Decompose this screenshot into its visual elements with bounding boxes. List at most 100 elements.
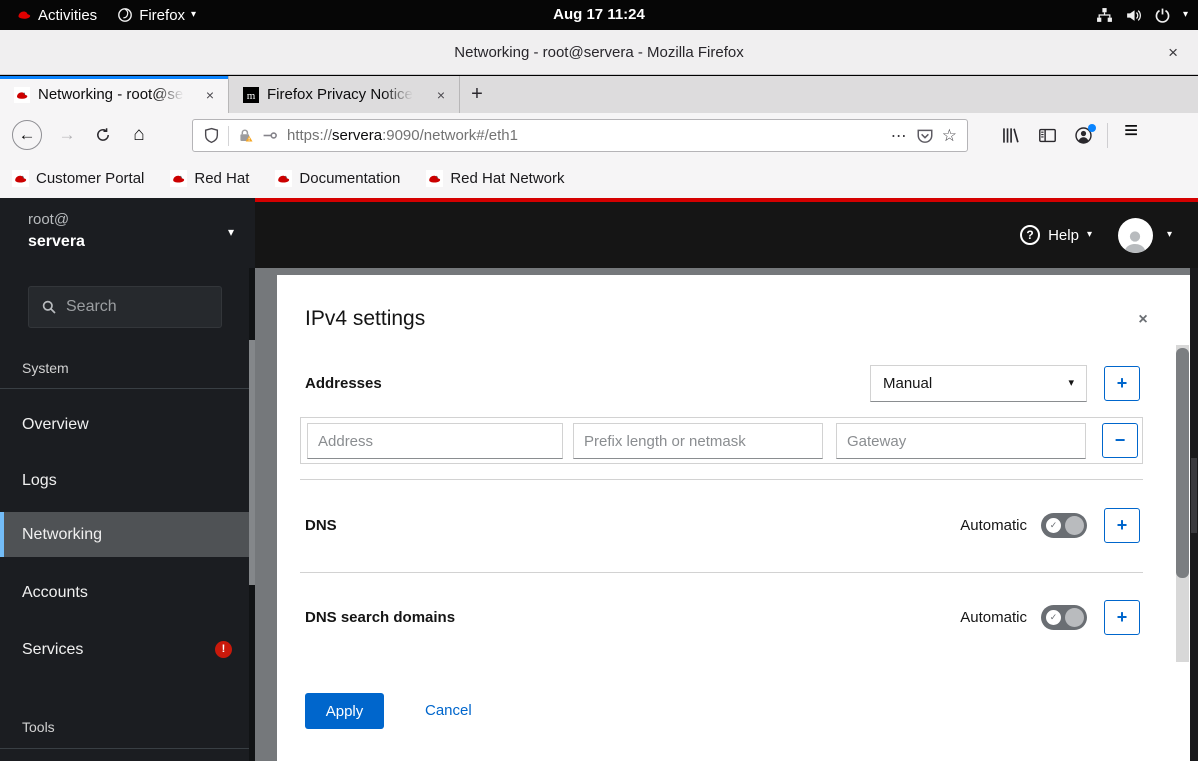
reload-icon [95,127,111,143]
avatar[interactable] [1118,218,1153,253]
address-input[interactable] [307,423,563,459]
add-address-button[interactable]: + [1104,366,1140,401]
navigation-toolbar: ← → ⌂ https://servera:9090/network#/eth1… [0,113,1198,158]
dialog-scrollbar-thumb[interactable] [1176,348,1189,578]
apply-button[interactable]: Apply [305,693,384,729]
sidebar-host: servera [28,233,85,251]
sidebar-search[interactable] [28,286,222,328]
dns-automatic-label: Automatic [887,517,1027,534]
bookmark-documentation[interactable]: Documentation [275,170,400,187]
dns-label: DNS [305,517,337,534]
connection-icon [262,127,279,144]
svg-text:m: m [247,90,256,102]
url-scheme: https:// [287,127,332,144]
lock-warning-icon [237,127,254,144]
volume-icon [1125,7,1142,24]
power-icon [1154,7,1171,24]
chevron-down-icon[interactable]: ▾ [1167,230,1172,240]
check-icon: ✓ [1046,518,1061,533]
prefix-input[interactable] [573,423,823,459]
gateway-input[interactable] [836,423,1086,459]
pocket-icon[interactable] [916,127,934,145]
tab-close-icon[interactable]: × [433,85,449,105]
bookmark-red-hat-network[interactable]: Red Hat Network [426,170,564,187]
home-button[interactable]: ⌂ [124,120,154,150]
new-tab-button[interactable]: + [460,76,494,113]
redhat-favicon [14,87,30,103]
sidebar-item-networking[interactable]: Networking [0,512,255,557]
divider [0,388,255,389]
url-bar[interactable]: https://servera:9090/network#/eth1 ⋯ ☆ [192,119,968,152]
bookmark-star-icon[interactable]: ☆ [942,126,957,146]
back-button[interactable]: ← [12,120,42,150]
remove-address-button[interactable]: − [1102,423,1138,458]
sidebar-item-logs[interactable]: Logs [0,467,255,495]
dialog-close-icon[interactable]: × [1131,311,1155,329]
bookmark-label: Red Hat [194,170,249,187]
help-label: Help [1048,227,1079,244]
sidebar-section-system: System [22,360,69,376]
redhat-favicon [170,170,187,187]
desktop-top-bar: Activities Firefox ▾ Aug 17 11:24 ▾ [0,0,1198,30]
dns-search-automatic-toggle[interactable]: ✓ [1041,605,1087,630]
page-actions-button[interactable]: ⋯ [891,126,908,146]
bookmark-label: Customer Portal [36,170,144,187]
chevron-down-icon: ▾ [1183,10,1188,20]
forward-button[interactable]: → [52,120,82,150]
add-dns-search-button[interactable]: + [1104,600,1140,635]
redhat-favicon [12,170,29,187]
reload-button[interactable] [88,120,118,150]
toggle-knob [1065,516,1084,535]
redhat-favicon [275,170,292,187]
divider [300,479,1143,480]
check-icon: ✓ [1046,610,1061,625]
search-icon [41,299,57,315]
library-icon[interactable] [1001,126,1020,145]
services-alert-badge: ! [215,641,232,658]
help-menu[interactable]: ? Help ▾ [1020,225,1092,245]
tab-title: Networking - root@serve [38,86,184,103]
sidebar-user: root@ [28,211,69,228]
account-notification-dot [1088,124,1096,132]
desktop-clock[interactable]: Aug 17 11:24 [0,0,1198,30]
bookmark-label: Documentation [299,170,400,187]
chevron-down-icon: ▾ [1087,230,1092,240]
page-scrollbar[interactable] [1190,268,1198,761]
sidebar: root@ servera ▾ System Overview Logs Net… [0,198,255,761]
addresses-mode-select[interactable]: Manual ▾ [870,365,1087,402]
system-status-area[interactable]: ▾ [1096,0,1188,30]
chevron-down-icon[interactable]: ▾ [228,225,234,239]
hamburger-menu-button[interactable]: ≡ [1124,117,1138,145]
divider [228,126,229,146]
bookmark-label: Red Hat Network [450,170,564,187]
page-scrollbar-thumb[interactable] [1191,458,1197,533]
cockpit-app: root@ servera ▾ System Overview Logs Net… [0,198,1198,761]
bookmark-customer-portal[interactable]: Customer Portal [12,170,144,187]
divider [300,572,1143,573]
sidebar-item-overview[interactable]: Overview [0,411,255,439]
tab-privacy-notice[interactable]: m Firefox Privacy Notice — × [229,76,460,113]
search-input[interactable] [66,298,196,316]
tab-networking[interactable]: Networking - root@serve × [0,76,229,113]
network-icon [1096,7,1113,24]
sidebar-item-accounts[interactable]: Accounts [0,579,255,607]
address-row: − [300,417,1143,464]
dns-search-label: DNS search domains [305,609,455,626]
add-dns-button[interactable]: + [1104,508,1140,543]
bookmark-red-hat[interactable]: Red Hat [170,170,249,187]
window-title-bar: Networking - root@servera - Mozilla Fire… [0,30,1198,75]
url-path: :9090/network#/eth1 [382,127,518,144]
sidebars-icon[interactable] [1038,126,1057,145]
tab-close-icon[interactable]: × [202,85,218,105]
cancel-link[interactable]: Cancel [425,702,472,719]
dns-automatic-toggle[interactable]: ✓ [1041,513,1087,538]
help-icon: ? [1020,225,1040,245]
divider [1107,123,1108,148]
window-close-button[interactable]: × [1162,30,1184,75]
redhat-favicon [426,170,443,187]
chevron-down-icon: ▾ [1068,378,1074,389]
user-icon [1121,227,1149,253]
ipv4-settings-dialog: IPv4 settings × Addresses Manual ▾ + − D… [277,275,1190,761]
mozilla-favicon: m [243,87,259,103]
dns-search-automatic-label: Automatic [887,609,1027,626]
